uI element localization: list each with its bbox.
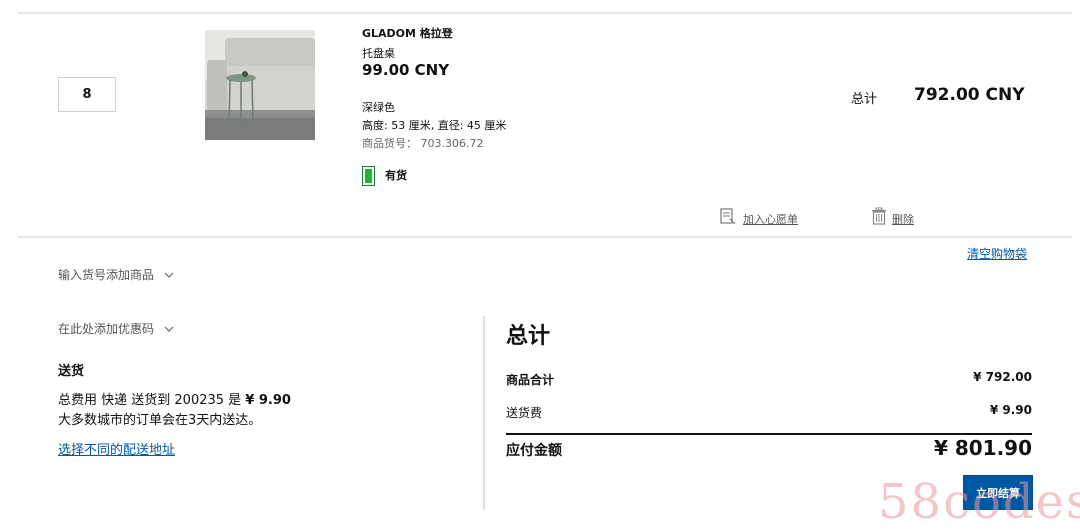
wishlist-icon[interactable] xyxy=(720,208,736,225)
chevron-down-icon xyxy=(164,272,174,278)
delivery-cost-value: ¥ 9.90 xyxy=(245,393,291,408)
change-address-link[interactable]: 选择不同的配送地址 xyxy=(58,439,175,458)
grand-total-label: 应付金额 xyxy=(506,443,562,459)
stock-status: 有货 xyxy=(385,169,407,182)
clear-bag-link[interactable]: 清空购物袋 xyxy=(967,245,1027,262)
line-total-value: 792.00 CNY xyxy=(914,85,1025,105)
shipping-label: 送货费 xyxy=(506,406,543,420)
trash-icon[interactable] xyxy=(871,207,887,225)
delivery-note: 大多数城市的订单会在3天内送达。 xyxy=(58,413,262,428)
shipping-value: ¥ 9.90 xyxy=(989,403,1032,417)
quantity-input[interactable]: 8 xyxy=(58,77,116,112)
enter-article-toggle[interactable]: 输入货号添加商品 xyxy=(58,266,174,283)
promo-code-toggle[interactable]: 在此处添加优惠码 xyxy=(58,320,174,337)
line-total-label: 总计 xyxy=(851,92,878,107)
promo-code-label: 在此处添加优惠码 xyxy=(58,322,155,336)
delivery-cost-text: 总费用 快递 送货到 200235 是 xyxy=(58,393,242,408)
delivery-title: 送货 xyxy=(58,364,85,379)
product-type: 托盘桌 xyxy=(362,47,395,60)
product-article-number: 商品货号： 703.306.72 xyxy=(362,137,484,150)
product-name[interactable]: GLADOM 格拉登 xyxy=(362,25,453,41)
summary-divider xyxy=(483,316,485,510)
product-dimensions: 高度: 53 厘米, 直径: 45 厘米 xyxy=(362,119,507,132)
subtotal-label: 商品合计 xyxy=(506,373,555,387)
enter-article-label: 输入货号添加商品 xyxy=(58,268,155,282)
watermark: 58codes xyxy=(878,474,1080,530)
product-image[interactable] xyxy=(205,30,315,140)
summary-title: 总计 xyxy=(506,324,551,349)
product-unit-price: 99.00 CNY xyxy=(362,61,450,79)
chevron-down-icon xyxy=(164,326,174,332)
delete-item-link[interactable]: 删除 xyxy=(892,211,914,227)
product-color: 深绿色 xyxy=(362,101,395,114)
top-divider xyxy=(18,12,1072,14)
subtotal-value: ¥ 792.00 xyxy=(973,370,1032,384)
item-divider xyxy=(18,236,1072,238)
delivery-cost: 总费用 快递 送货到 200235 是 ¥ 9.90 xyxy=(58,389,291,408)
stock-indicator-icon xyxy=(362,166,375,186)
summary-rule xyxy=(506,433,1032,435)
add-to-wishlist-link[interactable]: 加入心愿单 xyxy=(743,211,798,227)
grand-total-value: ¥ 801.90 xyxy=(933,436,1032,460)
